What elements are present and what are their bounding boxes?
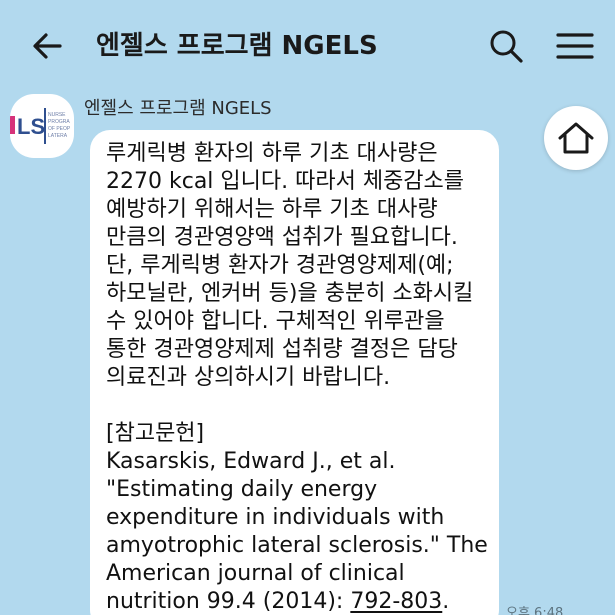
logo-tagline-3: OF PEOP [48,126,71,132]
menu-button[interactable] [552,24,598,68]
logo-tagline-1: NURSE [48,112,66,118]
message-line: 단, 루게릭병 환자가 경관영양제제(예; [106,253,454,278]
reference-end: . [442,589,450,614]
logo-tagline-2: PROGRA [48,119,70,125]
reference-line: amyotrophic lateral sclerosis." The [106,533,488,558]
message-bubble[interactable]: 루게릭병 환자의 하루 기초 대사량은 2270 kcal 입니다. 따라서 체… [90,130,499,615]
chat-screen: 엔젤스 프로그램 NGELS LS NURSE PROGRA OF PEOP L… [0,0,615,615]
back-button[interactable] [26,24,70,68]
message-line: 수 있어야 합니다. 구체적인 위루관을 [106,309,445,334]
search-button[interactable] [484,24,528,68]
message-line: 의료진과 상의하시기 바랍니다. [106,365,391,390]
chat-header: 엔젤스 프로그램 NGELS [0,0,615,92]
reference-pages-link[interactable]: 792-803 [350,589,442,614]
home-button[interactable] [544,106,608,170]
sender-name: 엔젤스 프로그램 NGELS [84,98,272,119]
reference-line: Kasarskis, Edward J., et al. [106,449,396,474]
chat-title: 엔젤스 프로그램 NGELS [96,31,378,61]
message-line: 예방하기 위해서는 하루 기초 대사량 [106,197,438,222]
message-line: 2270 kcal 입니다. 따라서 체중감소를 [106,169,465,194]
home-icon [558,122,594,154]
hamburger-menu-icon [556,33,594,59]
message-line: 통한 경관영양제제 섭취량 결정은 담당 [106,337,458,362]
search-icon [490,30,523,63]
reference-citation: nutrition 99.4 (2014): [106,589,351,614]
message-line: 만큼의 경관영양액 섭취가 필요합니다. [106,225,458,250]
reference-heading: [참고문헌] [106,421,205,446]
reference-line-last: nutrition 99.4 (2014): 792-803. [106,588,449,615]
reference-line: "Estimating daily energy [106,477,378,502]
logo-tagline-4: LATERA [48,133,68,139]
arrow-left-icon [33,33,62,59]
message-timestamp: 오후 6:48 [506,606,564,615]
reference-line: expenditure in individuals with [106,505,445,530]
ngels-logo: LS NURSE PROGRA OF PEOP LATERA [10,108,71,144]
reference-line: American journal of clinical [106,561,405,586]
message-line: 하모닐란, 엔커버 등)을 충분히 소화시킬 [106,281,474,306]
message-line: 루게릭병 환자의 하루 기초 대사량은 [106,141,438,166]
logo-letters: LS [17,114,45,139]
sender-avatar[interactable]: LS NURSE PROGRA OF PEOP LATERA [10,94,74,158]
